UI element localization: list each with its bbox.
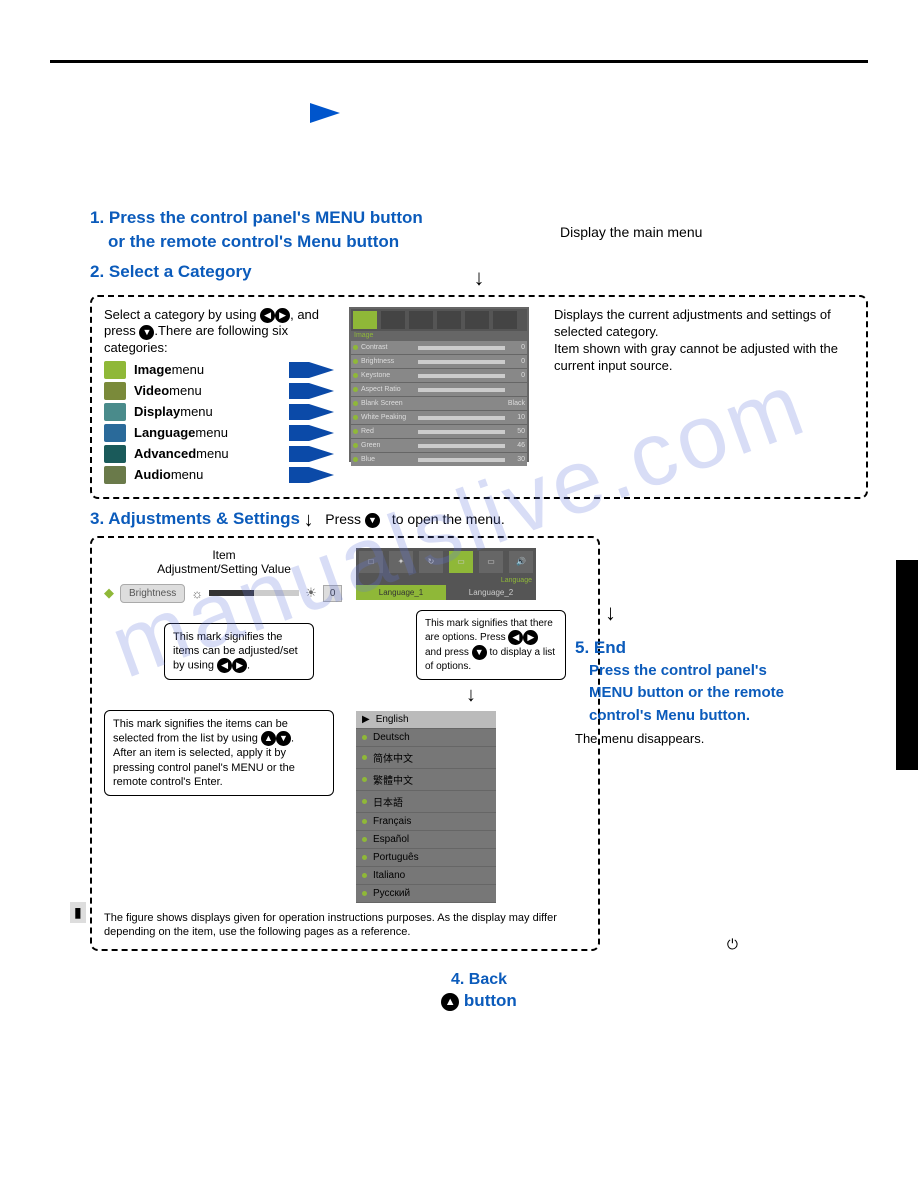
figure-note: The figure shows displays given for oper… (104, 911, 586, 940)
brightness-slider (209, 590, 299, 596)
up-arrow-icon: ▲ (261, 731, 276, 746)
step1-title-line1: 1. Press the control panel's MENU button (90, 206, 868, 230)
osd-tab (381, 311, 405, 329)
item-label: Item (104, 548, 344, 562)
step2-right-text: Displays the current adjustments and set… (554, 307, 854, 486)
lang-item: 繁體中文 (356, 769, 496, 791)
sun-low-icon: ☼ (191, 586, 203, 601)
left-arrow-icon: ◀ (217, 658, 232, 673)
step5-disappears: The menu disappears. (575, 731, 795, 746)
intro-arrow-icon (310, 103, 340, 123)
down-arrow-icon: ▼ (276, 731, 291, 746)
lang-item: 日本語 (356, 791, 496, 813)
lang-item: Français (356, 813, 496, 831)
audio-icon (104, 466, 126, 484)
language-list: ▶English Deutsch 简体中文 繁體中文 日本語 Français … (356, 711, 496, 903)
lang-tab: ✦ (389, 551, 413, 573)
lang-subtabs: Language_1 Language_2 (356, 585, 536, 600)
step1-title-line2: or the remote control's Menu button (90, 230, 868, 254)
lang-item: 简体中文 (356, 747, 496, 769)
lang-tabbar: □ ✦ ↻ ▭ ▭ 🔊 (356, 548, 536, 576)
image-icon (104, 361, 126, 379)
sun-high-icon: ☀ (305, 585, 317, 601)
step1-caption: Display the main menu (560, 224, 702, 240)
down-arrow-icon: ↓ (474, 265, 485, 290)
lang-item: Deutsch (356, 729, 496, 747)
step3-title: 3. Adjustments & Settings (90, 509, 300, 528)
down-select-icon: ▼ (139, 325, 154, 340)
step3-box: Item Adjustment/Setting Value ◆ Brightne… (90, 536, 600, 952)
list-item: Audio menu (104, 466, 334, 484)
brightness-chip: Brightness (120, 584, 185, 603)
osd-tab (409, 311, 433, 329)
list-item: Display menu (104, 403, 334, 421)
osd-tab (493, 311, 517, 329)
lang-item: Русский (356, 885, 496, 903)
lang-item: Português (356, 849, 496, 867)
header-rule (50, 60, 868, 63)
lang-tab-active: ▭ (449, 551, 473, 573)
down-arrow-icon: ↓ (605, 600, 795, 626)
right-arrow-icon: ▶ (275, 308, 290, 323)
down-arrow-icon: ▼ (472, 645, 487, 660)
lang-sub1: Language_1 (356, 585, 446, 600)
down-arrow-icon: ↓ (356, 684, 586, 707)
side-tab (896, 560, 918, 770)
lang-item: Italiano (356, 867, 496, 885)
list-item: Advanced menu (104, 445, 334, 463)
category-list: Image menu Video menu Display menu Langu… (104, 361, 334, 484)
step5-title: 5. End (575, 636, 795, 660)
down-arrow-icon: ↓ (304, 509, 314, 531)
pointer-icon (309, 446, 334, 462)
step5-body: Press the control panel's MENU button or… (575, 660, 795, 728)
pointer-icon (309, 383, 334, 399)
up-arrow-icon: ▲ (441, 993, 459, 1011)
step2-intro-a: Select a category by using (104, 307, 260, 322)
lang-tab: □ (359, 551, 383, 573)
pointer-icon (309, 404, 334, 420)
display-icon (104, 403, 126, 421)
pointer-icon (309, 425, 334, 441)
lang-item: Español (356, 831, 496, 849)
left-arrow-icon: ◀ (508, 630, 523, 645)
lang-tab-label: Language (356, 576, 536, 585)
step3-press-b: to open the menu. (388, 511, 505, 527)
osd-tab (437, 311, 461, 329)
adj-value-label: Adjustment/Setting Value (104, 562, 344, 576)
left-arrow-icon: ◀ (260, 308, 275, 323)
pointer-icon (309, 362, 334, 378)
osd-tab-image (353, 311, 377, 329)
list-item: Image menu (104, 361, 334, 379)
step4-title: 4. Back (90, 971, 868, 989)
step4-button-text: button (459, 991, 517, 1010)
step3-press-a: Press (325, 511, 365, 527)
lang-tab: ↻ (419, 551, 443, 573)
note-adjust: This mark signifies the items can be adj… (164, 623, 314, 681)
video-icon (104, 382, 126, 400)
page-marker: ▮ (70, 902, 86, 923)
language-icon (104, 424, 126, 442)
brightness-bar: ◆ Brightness ☼ ☀ 0 (104, 584, 344, 603)
list-item: Video menu (104, 382, 334, 400)
right-arrow-icon: ▶ (232, 658, 247, 673)
lang-sub2: Language_2 (446, 585, 536, 600)
step2-box: Select a category by using ◀▶, and press… (90, 295, 868, 498)
osd-tab-label: Image (351, 331, 527, 340)
lang-item-selected: ▶English (356, 711, 496, 729)
lang-tab: ▭ (479, 551, 503, 573)
power-icon: ⏻ (727, 936, 738, 953)
pointer-icon (309, 467, 334, 483)
list-item: Language menu (104, 424, 334, 442)
advanced-icon (104, 445, 126, 463)
lang-tab: 🔊 (509, 551, 533, 573)
down-arrow-icon: ▼ (365, 513, 380, 528)
osd-preview: Image Contrast0 Brightness0 Keystone0 As… (349, 307, 529, 462)
brightness-value: 0 (323, 585, 343, 602)
note-options: This mark signifies that there are optio… (416, 610, 566, 680)
right-arrow-icon: ▶ (523, 630, 538, 645)
note-select: This mark signifies the items can be sel… (104, 710, 334, 796)
osd-tab (465, 311, 489, 329)
